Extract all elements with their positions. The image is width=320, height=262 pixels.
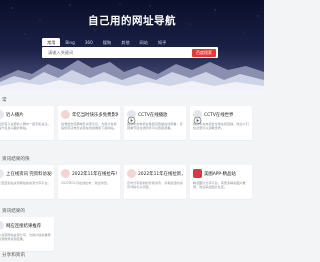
red-circle-icon — [61, 110, 70, 119]
red-circle-icon — [127, 169, 136, 178]
section-title: 分享和资讯 — [2, 253, 25, 258]
hero-banner: 自己用的网址导航 常用Bing360搜狗其他网站知乎 百度搜索 — [0, 0, 264, 90]
card-icon — [0, 110, 4, 119]
search-tab[interactable]: 其他 — [116, 38, 134, 46]
card-icon — [0, 169, 4, 178]
card-title: 美图APP-精品站 — [204, 172, 236, 177]
search-tab[interactable]: 知乎 — [153, 38, 171, 46]
site-card[interactable]: 年忆当时快乐多免费影网站追溯逝去经典电影资源平台，为用户免费提供高清电影资源在线… — [58, 106, 120, 140]
play-icon — [193, 110, 202, 125]
search-tab[interactable]: Bing — [60, 38, 79, 46]
site-card[interactable]: 2022年11年在线拉新，最近期相关... 定时分享最新的影视资讯，共有最佳的资讯… — [124, 165, 186, 199]
search-tab[interactable]: 常用 — [42, 38, 61, 46]
site-card[interactable]: CCTV在线播放提供中央电视台各频道直播在线观看，另观看节目在线同步可以直接观看… — [124, 106, 186, 140]
card-description: 精选图片分享平台，有更多精彩图片推荐，欢迎来此图片社区。 — [193, 181, 246, 190]
site-card[interactable]: 2022年11年在线拉布！ 2022年11月在线拉布，欢迎浏览。 — [58, 165, 120, 199]
card-description: 追溯逝去经典电影资源平台，为用户免费提供高清电影资源在线观看和下载网站。 — [61, 122, 117, 131]
site-card[interactable]: 美图APP-精品站精选图片分享平台，有更多精彩图片推荐，欢迎来此图片社区。 — [190, 165, 252, 199]
search-box: 百度搜索 — [42, 47, 218, 58]
site-card[interactable]: 近人播片人社区有人在更新人群中一起手机关注，来提升自身兴趣的网站。 — [0, 106, 54, 140]
card-title: 2022年11年在线拉布！ — [72, 172, 118, 177]
card-title: 近人播片 — [6, 113, 24, 118]
play-icon — [127, 110, 136, 125]
card-description: 提供中央电视台各频道直播在线观看，另观看节目在线同步可以直接观看。 — [127, 122, 183, 131]
search-input[interactable] — [48, 47, 178, 58]
search-button[interactable]: 百度搜索 — [192, 48, 216, 57]
card-title: CCTV在线播放 — [138, 113, 168, 118]
card-title: 网应连接结果推荐 — [6, 224, 42, 229]
section-title: 资讯结果的 — [2, 209, 25, 214]
site-card[interactable]: 上在线资讯 完资料访发验证一个直连到在资源网站的资源分享平台。 — [0, 165, 54, 199]
card-description: 一个直连到在资源网站的资源分享平台。 — [0, 181, 51, 185]
card-description: 不少资源网站资源分享，为用户提供推荐的资源推荐资源结果。 — [0, 233, 51, 242]
card-title: 上在线资讯 完资料访发验证 — [6, 172, 52, 177]
site-card[interactable]: 网应连接结果推荐不少资源网站资源分享，为用户提供推荐的资源推荐资源结果。 — [0, 217, 54, 251]
card-title: CCTV在线世界 — [204, 113, 234, 118]
card-description: 定时分享最新的影视资讯，共有最佳的资讯详情可以浏览。 — [127, 181, 183, 190]
card-title: 年忆当时快乐多免费影网站 — [72, 113, 118, 118]
section-title: 常 — [2, 98, 7, 103]
card-title: 2022年11年在线拉新，最近期相关... — [138, 172, 184, 177]
search-tab[interactable]: 搜狗 — [98, 38, 116, 46]
search-tab[interactable]: 360 — [80, 38, 98, 46]
card-description: 提供中央电视台全球在线直播，欢迎人们在这里可以观看世界。 — [193, 122, 249, 131]
red-square-icon — [193, 169, 202, 178]
card-icon — [0, 221, 4, 230]
card-description: 人社区有人在更新人群中一起手机关注，来提升自身兴趣的网站。 — [0, 122, 51, 131]
site-card[interactable]: CCTV在线世界提供中央电视台全球在线直播，欢迎人们在这里可以观看世界。 — [190, 106, 252, 140]
search-tab[interactable]: 网站 — [135, 38, 153, 46]
section-title: 资讯结果的快 — [2, 157, 30, 162]
red-circle-icon — [61, 169, 70, 178]
card-description: 2022年11月在线拉布，欢迎浏览。 — [61, 181, 110, 185]
site-title: 自己用的网址导航 — [88, 15, 176, 27]
